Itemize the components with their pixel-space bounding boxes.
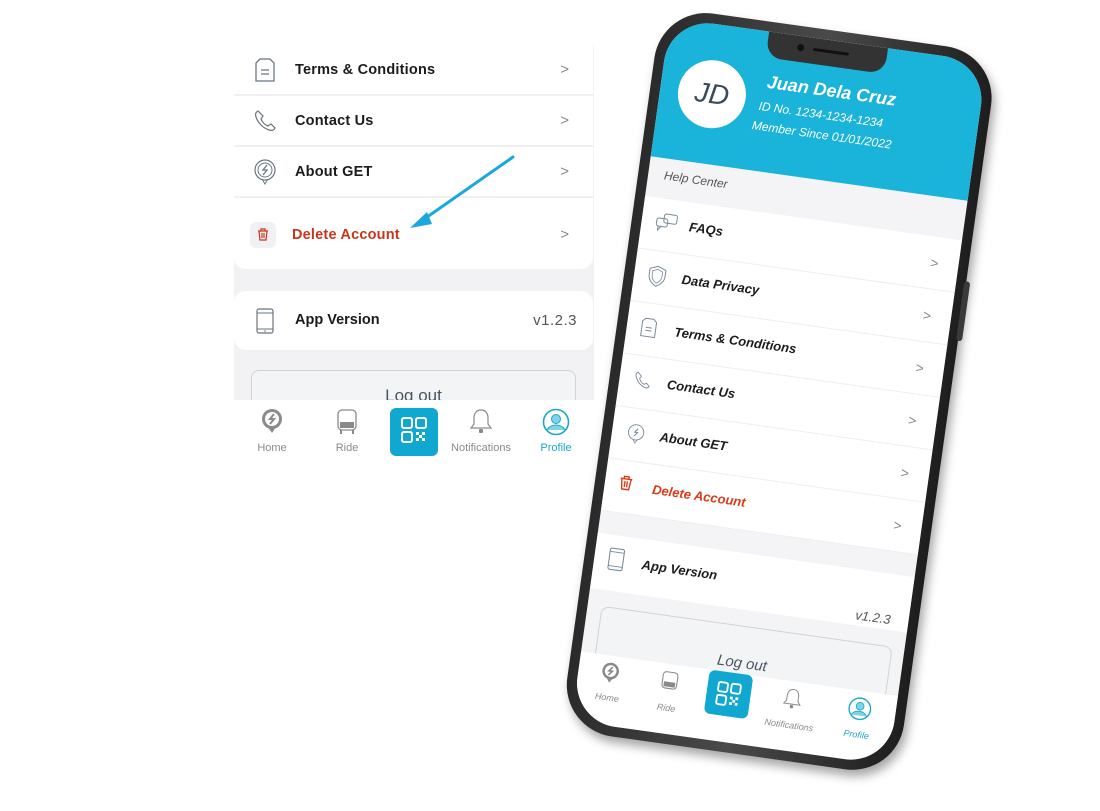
tab-ride[interactable]: Ride	[634, 666, 703, 717]
chevron-right-icon: >	[560, 226, 569, 243]
menu-item-label: Contact Us	[295, 112, 374, 129]
tab-home[interactable]: Home	[237, 400, 307, 463]
profile-icon	[848, 697, 872, 721]
tab-notifications[interactable]: Notifications	[756, 683, 825, 734]
menu-item-label: Delete Account	[292, 226, 400, 243]
app-version-card: App Version v1.2.3	[234, 291, 593, 350]
qr-scan-button[interactable]	[703, 669, 754, 720]
home-get-icon	[260, 408, 284, 439]
faq-icon	[654, 212, 679, 240]
qr-code-icon	[400, 416, 428, 449]
chevron-right-icon: >	[907, 411, 918, 429]
menu-item-label: Contact Us	[666, 376, 737, 402]
qr-scan-button[interactable]	[390, 408, 438, 456]
menu-item-label: Terms & Conditions	[673, 324, 798, 357]
bus-icon	[336, 408, 358, 441]
profile-screen-crop: Terms & Conditions > Contact Us > About …	[234, 45, 594, 463]
home-get-icon	[602, 662, 619, 683]
tab-label: Home	[594, 690, 620, 705]
phone-mockup: JD Juan Dela Cruz ID No. 1234-1234-1234 …	[560, 6, 999, 777]
tab-notifications[interactable]: Notifications	[446, 400, 516, 463]
menu-item-label: Data Privacy	[680, 271, 761, 298]
profile-icon	[542, 408, 570, 441]
app-version-label: App Version	[295, 312, 380, 328]
phone-icon	[252, 108, 278, 134]
tab-profile[interactable]: Profile	[824, 692, 893, 743]
qr-code-icon	[715, 681, 742, 706]
chevron-right-icon: >	[921, 306, 933, 324]
menu-item-about[interactable]: About GET >	[234, 147, 593, 198]
tablet-icon	[256, 308, 274, 339]
chevron-right-icon: >	[560, 112, 569, 129]
menu-item-delete-account[interactable]: Delete Account >	[234, 209, 593, 260]
section-title: Help Center	[663, 168, 729, 192]
phone-icon	[631, 369, 652, 396]
tab-profile[interactable]: Profile	[521, 400, 591, 463]
app-version-value: v1.2.3	[533, 312, 577, 329]
shield-icon	[646, 264, 668, 293]
menu-item-terms[interactable]: Terms & Conditions >	[234, 45, 593, 96]
tab-home[interactable]: Home	[575, 657, 644, 707]
chevron-right-icon: >	[899, 464, 911, 482]
chevron-right-icon: >	[560, 163, 569, 180]
app-version-value: v1.2.3	[854, 607, 892, 628]
bell-icon	[469, 408, 493, 441]
bell-icon	[782, 689, 801, 709]
chevron-right-icon: >	[914, 359, 925, 377]
document-icon	[639, 317, 658, 344]
menu-item-label: Terms & Conditions	[295, 61, 436, 78]
trash-icon	[250, 221, 276, 248]
get-logo-icon	[624, 422, 648, 452]
trash-icon	[617, 474, 634, 497]
chevron-right-icon: >	[560, 61, 569, 78]
menu-item-label: About GET	[658, 429, 729, 454]
tab-label: Home	[257, 442, 287, 454]
app-version-label: App Version	[640, 557, 719, 583]
tab-label: Ride	[335, 442, 359, 454]
phone-screen: JD Juan Dela Cruz ID No. 1234-1234-1234 …	[571, 17, 988, 766]
bus-icon	[661, 671, 679, 690]
menu-item-label: About GET	[295, 163, 373, 180]
chevron-right-icon: >	[929, 254, 940, 272]
tab-label: Profile	[842, 727, 870, 742]
menu-item-contact[interactable]: Contact Us >	[234, 96, 593, 147]
bottom-tab-bar: Home Ride Notifications Profile	[234, 400, 594, 463]
tablet-icon	[606, 546, 626, 577]
tab-ride[interactable]: Ride	[312, 400, 382, 463]
get-logo-icon	[252, 158, 278, 185]
avatar: JD	[673, 55, 751, 133]
tab-label: Notifications	[763, 716, 814, 734]
menu-item-label: FAQs	[688, 219, 724, 239]
document-icon	[252, 57, 278, 83]
help-center-card: Terms & Conditions > Contact Us > About …	[234, 45, 593, 269]
chevron-right-icon: >	[892, 516, 903, 534]
tab-label: Notifications	[451, 442, 511, 454]
tab-label: Profile	[540, 442, 572, 454]
menu-item-label: Delete Account	[651, 481, 747, 510]
help-center-list: FAQs > Data Privacy > Terms & Conditions…	[600, 195, 962, 556]
tab-label: Ride	[656, 701, 676, 715]
